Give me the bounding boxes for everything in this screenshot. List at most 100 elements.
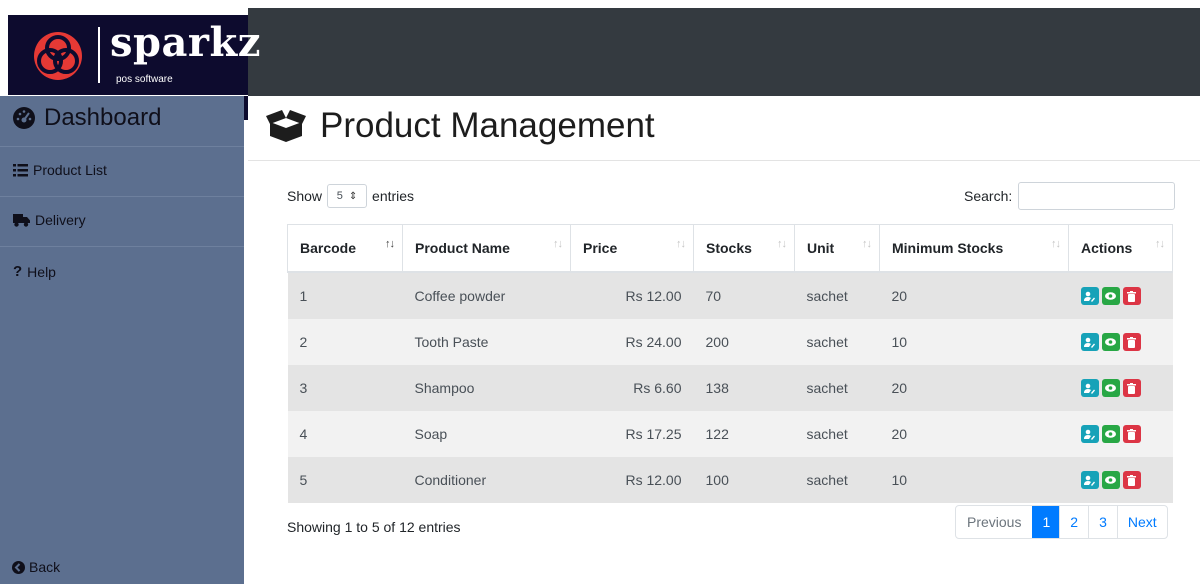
pagination-previous[interactable]: Previous [956, 506, 1032, 538]
list-icon [13, 163, 28, 176]
delete-button[interactable] [1122, 471, 1141, 490]
view-button[interactable] [1101, 425, 1120, 444]
sidebar-divider [0, 146, 244, 147]
cell-stocks: 122 [705, 426, 729, 442]
cell-stocks: 138 [705, 380, 729, 396]
sidebar-item-help[interactable]: ? Help [13, 263, 56, 280]
sidebar-item-delivery[interactable]: Delivery [13, 212, 86, 228]
sort-icon: ↑↓ [862, 238, 872, 250]
search-label: Search: [964, 188, 1013, 204]
cell-minimum-stocks: 10 [891, 472, 908, 488]
view-button[interactable] [1101, 471, 1120, 490]
sort-icon: ↑↓ [1155, 238, 1165, 250]
pagination-page-1[interactable]: 1 [1032, 506, 1060, 538]
sidebar-dashboard-label: Dashboard [44, 104, 162, 131]
sidebar-item-label: Help [27, 263, 56, 280]
sort-icon: ↑↓ [1051, 238, 1061, 250]
cell-barcode: 1 [299, 288, 308, 304]
question-icon: ? [13, 263, 23, 280]
cell-minimum-stocks: 20 [891, 380, 908, 396]
column-header-actions[interactable]: Actions ↑↓ [1068, 224, 1173, 273]
edit-button[interactable] [1080, 287, 1099, 306]
eye-icon [1105, 292, 1116, 300]
user-edit-icon [1084, 475, 1095, 486]
column-header-unit[interactable]: Unit ↑↓ [794, 224, 880, 273]
cell-price: Rs 24.00 [625, 334, 682, 350]
table-row[interactable]: 1 Coffee powder Rs 12.00 70 sachet 20 [287, 272, 1173, 319]
cell-minimum-stocks: 20 [891, 426, 908, 442]
brand-logo[interactable]: sparkz pos software [8, 15, 260, 95]
entries-label: entries [372, 188, 415, 204]
table-row[interactable]: 2 Tooth Paste Rs 24.00 200 sachet 10 [287, 319, 1173, 365]
table-search: Search: [964, 182, 1176, 210]
sort-icon: ↑↓ [777, 238, 787, 250]
user-edit-icon [1084, 337, 1095, 348]
view-button[interactable] [1101, 333, 1120, 352]
table-row[interactable]: 4 Soap Rs 17.25 122 sachet 20 [287, 411, 1173, 457]
row-actions [1080, 379, 1141, 398]
delete-button[interactable] [1122, 379, 1141, 398]
edit-button[interactable] [1080, 471, 1099, 490]
cell-barcode: 2 [299, 334, 308, 350]
tachometer-icon [13, 107, 35, 129]
logo-divider [98, 27, 100, 83]
delete-button[interactable] [1122, 425, 1141, 444]
cell-actions [1069, 365, 1173, 411]
user-edit-icon [1084, 291, 1095, 302]
pagination-page-2[interactable]: 2 [1059, 506, 1088, 538]
column-header-price[interactable]: Price ↑↓ [570, 224, 694, 273]
view-button[interactable] [1101, 287, 1120, 306]
entries-length-select[interactable]: 5 ⇕ [327, 184, 368, 208]
back-label: Back [29, 559, 61, 575]
sidebar-item-label: Product List [33, 162, 107, 178]
cell-unit: sachet [806, 334, 848, 350]
column-header-stocks[interactable]: Stocks ↑↓ [693, 224, 795, 273]
cell-minimum-stocks: 10 [891, 334, 908, 350]
cell-price: Rs 12.00 [625, 472, 682, 488]
cell-unit: sachet [806, 380, 848, 396]
cell-stocks: 100 [705, 472, 729, 488]
search-input[interactable] [1018, 182, 1176, 210]
cell-actions [1069, 457, 1173, 503]
top-strip [0, 0, 1200, 8]
sidebar-edge [244, 96, 248, 120]
eye-icon [1105, 476, 1116, 484]
column-header-barcode[interactable]: Barcode ↑↓ [287, 224, 403, 273]
edit-button[interactable] [1080, 379, 1099, 398]
edit-button[interactable] [1080, 333, 1099, 352]
pagination-next[interactable]: Next [1116, 506, 1167, 538]
truck-icon [13, 213, 30, 227]
cell-barcode: 4 [299, 426, 308, 442]
sidebar-divider [0, 196, 244, 197]
sidebar-item-product-list[interactable]: Product List [13, 162, 107, 178]
row-actions [1080, 287, 1141, 306]
table-info: Showing 1 to 5 of 12 entries [287, 519, 461, 535]
back-link[interactable]: Back [12, 559, 60, 575]
edit-button[interactable] [1080, 425, 1099, 444]
trash-icon [1127, 336, 1136, 348]
cell-product-name: Soap [414, 426, 448, 442]
eye-icon [1105, 430, 1116, 438]
sidebar-item-dashboard[interactable]: Dashboard [12, 104, 161, 132]
sort-icon: ↑↓ [676, 238, 686, 250]
cell-product-name: Coffee powder [414, 288, 506, 304]
brand-name: sparkz [110, 19, 261, 66]
cell-barcode: 3 [299, 380, 308, 396]
show-label: Show [287, 188, 323, 204]
pagination-page-3[interactable]: 3 [1088, 506, 1117, 538]
cell-product-name: Tooth Paste [414, 334, 489, 350]
delete-button[interactable] [1122, 333, 1141, 352]
delete-button[interactable] [1122, 287, 1141, 306]
row-actions [1080, 333, 1141, 352]
sort-icon: ↑↓ [385, 238, 395, 250]
table-row[interactable]: 5 Conditioner Rs 12.00 100 sachet 10 [287, 457, 1173, 503]
user-edit-icon [1084, 383, 1095, 394]
column-header-minimum-stocks[interactable]: Minimum Stocks ↑↓ [879, 224, 1069, 273]
trash-icon [1127, 290, 1136, 302]
table-row[interactable]: 3 Shampoo Rs 6.60 138 sachet 20 [287, 365, 1173, 411]
cell-barcode: 5 [299, 472, 308, 488]
row-actions [1080, 471, 1141, 490]
column-header-product-name[interactable]: Product Name ↑↓ [402, 224, 571, 273]
view-button[interactable] [1101, 379, 1120, 398]
trash-icon [1127, 474, 1136, 486]
